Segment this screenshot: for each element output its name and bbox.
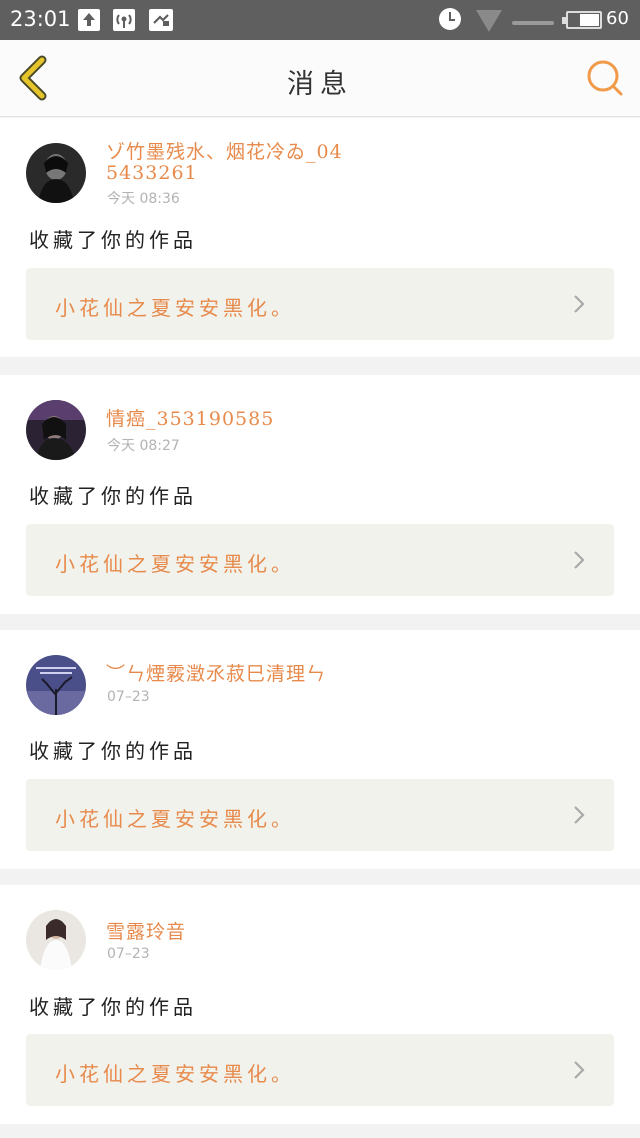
chevron-right-icon [574,1061,585,1079]
screenshot-icon [149,9,173,31]
avatar[interactable] [26,143,86,203]
status-bar: 23:01 60 [0,0,640,40]
battery-level: 60 [606,8,629,29]
avatar[interactable] [26,655,86,715]
page-title: 消息 [287,69,353,100]
notification-card: 情癌_353190585 今天 08:27 收藏了你的作品 小花仙之夏安安黑化。 [0,375,640,614]
wifi-icon [476,10,502,32]
work-title: 小花仙之夏安安黑化。 [55,807,295,831]
work-link[interactable]: 小花仙之夏安安黑化。 [26,524,614,596]
battery-fill [579,14,599,26]
notification-card: 雪露玲音 07–23 收藏了你的作品 小花仙之夏安安黑化。 [0,885,640,1124]
action-text: 收藏了你的作品 [29,739,197,763]
work-title: 小花仙之夏安安黑化。 [55,296,295,320]
search-button[interactable] [584,57,626,99]
timestamp: 07–23 [107,689,150,705]
timestamp: 今天 08:36 [107,191,180,207]
avatar[interactable] [26,910,86,970]
action-text: 收藏了你的作品 [29,228,197,252]
timestamp: 今天 08:27 [107,438,180,454]
chevron-right-icon [574,295,585,313]
status-time: 23:01 [10,7,71,31]
username[interactable]: ︶ㄣ煙霚澂氶菽巳清理ㄣ [106,664,346,685]
action-text: 收藏了你的作品 [29,484,197,508]
work-link[interactable]: 小花仙之夏安安黑化。 [26,779,614,851]
work-link[interactable]: 小花仙之夏安安黑化。 [26,268,614,340]
alarm-icon [439,8,461,30]
hotspot-icon [113,9,135,31]
avatar[interactable] [26,400,86,460]
username[interactable]: 雪露玲音 [106,922,346,943]
battery-icon [562,11,602,29]
chevron-right-icon [574,806,585,824]
timestamp: 07–23 [107,946,150,962]
signal-icon [512,21,554,25]
work-title: 小花仙之夏安安黑化。 [55,552,295,576]
action-text: 收藏了你的作品 [29,995,197,1019]
username[interactable]: ゾ竹墨残水、烟花冷ゐ_045433261 [106,142,346,184]
work-link[interactable]: 小花仙之夏安安黑化。 [26,1034,614,1106]
notification-card: ゾ竹墨残水、烟花冷ゐ_045433261 今天 08:36 收藏了你的作品 小花… [0,118,640,357]
chevron-right-icon [574,551,585,569]
username[interactable]: 情癌_353190585 [106,409,346,430]
notification-card: ︶ㄣ煙霚澂氶菽巳清理ㄣ 07–23 收藏了你的作品 小花仙之夏安安黑化。 [0,630,640,869]
work-title: 小花仙之夏安安黑化。 [55,1062,295,1086]
app-header: 消息 [0,40,640,117]
upload-icon [78,9,100,31]
search-icon [587,60,623,96]
